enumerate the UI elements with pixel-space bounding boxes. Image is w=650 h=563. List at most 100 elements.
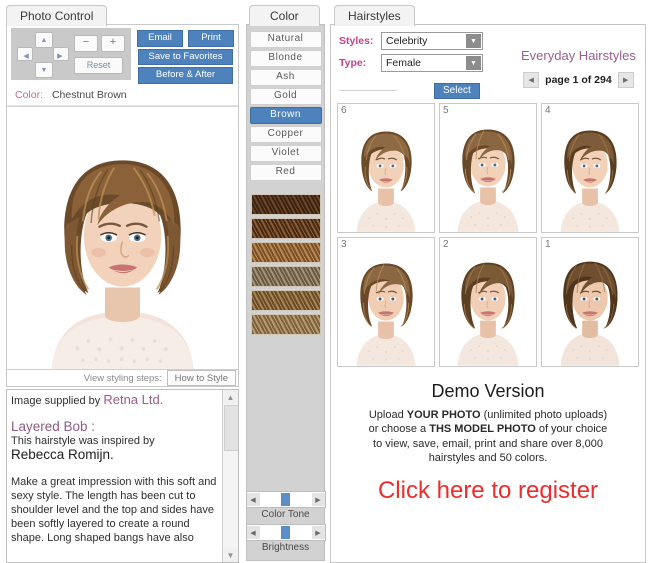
brightness-left-arrow[interactable]: ◀ xyxy=(246,526,260,539)
brightness-right-arrow[interactable]: ▶ xyxy=(311,526,325,539)
thumbnail-4[interactable]: 4 xyxy=(541,103,639,233)
pan-left-button[interactable]: ◀ xyxy=(17,47,33,61)
hairstyles-column: Hairstyles Styles: Celebrity ▼ Type: Fem… xyxy=(328,0,650,563)
description-body: Make a great impression with this soft a… xyxy=(11,476,217,544)
current-color-line: Color: Chestnut Brown xyxy=(7,86,238,106)
image-credit: Image supplied by Retna Ltd. xyxy=(11,393,217,408)
promo-line1-c: (unlimited photo uploads) xyxy=(480,408,608,421)
zoom-in-button[interactable]: + xyxy=(101,34,125,52)
credit-source: Retna Ltd. xyxy=(103,392,164,407)
brightness-slider-group: ◀ ▶ Brightness xyxy=(245,524,326,553)
description-text: Image supplied by Retna Ltd. Layered Bob… xyxy=(7,390,222,562)
color-family-violet[interactable]: Violet xyxy=(249,145,322,162)
brightness-slider[interactable]: ◀ ▶ xyxy=(245,524,326,541)
inspired-by-line: This hairstyle was inspired by xyxy=(11,435,155,447)
tab-photo-control[interactable]: Photo Control xyxy=(6,5,108,26)
photo-control-toolbar: ▲ ◀ ▶ ▼ − + Reset Email Print Save to Fa… xyxy=(7,25,238,86)
tab-color[interactable]: Color xyxy=(249,5,320,26)
select-button[interactable]: Select xyxy=(434,83,480,99)
thumbnail-3[interactable]: 3 xyxy=(337,236,435,367)
email-button[interactable]: Email xyxy=(137,30,183,47)
pan-down-button[interactable]: ▼ xyxy=(35,62,53,78)
reset-button[interactable]: Reset xyxy=(74,56,123,74)
color-family-red[interactable]: Red xyxy=(249,164,322,181)
thumbnail-5[interactable]: 5 xyxy=(439,103,537,233)
category-title: Everyday Hairstyles xyxy=(521,48,636,63)
type-select[interactable]: Female ▼ xyxy=(381,54,483,72)
current-color-label: Color: xyxy=(15,88,44,101)
style-name: Layered Bob : xyxy=(11,419,96,434)
color-tone-right-arrow[interactable]: ▶ xyxy=(311,493,325,506)
pan-up-button[interactable]: ▲ xyxy=(35,32,53,48)
color-tone-thumb[interactable] xyxy=(281,493,291,506)
promo-line2-c: of your choice xyxy=(535,423,608,436)
print-button[interactable]: Print xyxy=(188,30,234,47)
prev-page-button[interactable]: ◀ xyxy=(523,72,540,88)
save-to-favorites-button[interactable]: Save to Favorites xyxy=(138,48,233,65)
color-family-brown[interactable]: Brown xyxy=(249,107,322,124)
thumbnail-2[interactable]: 2 xyxy=(439,236,537,367)
color-tone-track[interactable] xyxy=(259,493,312,506)
brightness-thumb[interactable] xyxy=(281,526,291,539)
promo-line1-a: Upload xyxy=(368,408,407,421)
color-family-natural[interactable]: Natural xyxy=(249,31,322,48)
hair-swatch-5[interactable] xyxy=(250,290,321,311)
thumbnail-1[interactable]: 1 xyxy=(541,236,639,367)
thumbnail-image xyxy=(542,104,638,232)
color-family-gold[interactable]: Gold xyxy=(249,88,322,105)
chevron-down-icon[interactable]: ▼ xyxy=(466,56,481,70)
description-scrollbar[interactable]: ▲ ▼ xyxy=(222,390,238,562)
promo-line2-a: or choose a xyxy=(368,423,430,436)
scroll-down-arrow[interactable]: ▼ xyxy=(223,548,238,562)
hair-swatch-4[interactable] xyxy=(250,266,321,287)
thumbnail-number: 5 xyxy=(443,105,449,116)
color-tone-left-arrow[interactable]: ◀ xyxy=(246,493,260,506)
scrollbar-thumb[interactable] xyxy=(224,405,238,451)
model-portrait-image xyxy=(12,106,233,369)
current-color-value: Chestnut Brown xyxy=(51,88,127,101)
page-indicator: page 1 of 294 xyxy=(545,74,612,86)
styles-select[interactable]: Celebrity ▼ xyxy=(381,32,483,50)
styles-select-value: Celebrity xyxy=(386,35,428,47)
thumbnail-number: 3 xyxy=(341,238,347,250)
thumbnail-number: 4 xyxy=(545,105,551,116)
thumbnail-image xyxy=(440,237,536,366)
pagination: ◀ page 1 of 294 ▶ xyxy=(521,72,636,88)
styling-steps-label: View styling steps: xyxy=(83,373,162,384)
type-label: Type: xyxy=(339,57,367,69)
how-to-style-button[interactable]: How to Style xyxy=(166,370,236,386)
hair-swatch-3[interactable] xyxy=(250,242,321,263)
thumbnail-image xyxy=(440,104,536,232)
hair-swatch-1[interactable] xyxy=(250,194,321,215)
hair-swatch-2[interactable] xyxy=(250,218,321,239)
brightness-track[interactable] xyxy=(259,526,312,539)
hair-color-swatches xyxy=(250,194,321,338)
promo-body: Upload YOUR PHOTO (unlimited photo uploa… xyxy=(337,408,639,466)
thumbnail-number: 1 xyxy=(545,238,551,250)
scroll-up-arrow[interactable]: ▲ xyxy=(223,390,238,404)
before-after-button[interactable]: Before & After xyxy=(138,67,233,84)
description-panel: Image supplied by Retna Ltd. Layered Bob… xyxy=(6,389,239,563)
promo-line4: hairstyles and 50 colors. xyxy=(428,452,548,465)
thumbnail-image xyxy=(338,104,434,232)
tab-hairstyles[interactable]: Hairstyles xyxy=(334,5,415,26)
thumbnail-number: 6 xyxy=(341,105,347,116)
pan-right-button[interactable]: ▶ xyxy=(53,47,69,61)
hairstyle-thumbnail-grid: 6 5 4 3 2 1 xyxy=(331,101,645,373)
thumbnail-number: 2 xyxy=(443,238,449,250)
hair-swatch-6[interactable] xyxy=(250,314,321,335)
hairstyle-studio-app: Photo Control ▲ ◀ ▶ ▼ − + Reset Email Pr… xyxy=(0,0,650,563)
main-photo-stage[interactable] xyxy=(7,105,238,369)
thumbnail-6[interactable]: 6 xyxy=(337,103,435,233)
register-link[interactable]: Click here to register xyxy=(337,477,639,505)
next-page-button[interactable]: ▶ xyxy=(617,72,634,88)
color-family-copper[interactable]: Copper xyxy=(249,126,322,143)
type-select-value: Female xyxy=(386,57,422,69)
color-family-blonde[interactable]: Blonde xyxy=(249,50,322,67)
zoom-out-button[interactable]: − xyxy=(74,34,98,52)
color-tone-slider[interactable]: ◀ ▶ xyxy=(245,491,326,508)
chevron-down-icon[interactable]: ▼ xyxy=(466,34,481,48)
pan-zoom-controls: ▲ ◀ ▶ ▼ − + Reset xyxy=(11,28,131,80)
color-family-ash[interactable]: Ash xyxy=(249,69,322,86)
photo-action-buttons: Email Print Save to Favorites Before & A… xyxy=(137,28,234,84)
